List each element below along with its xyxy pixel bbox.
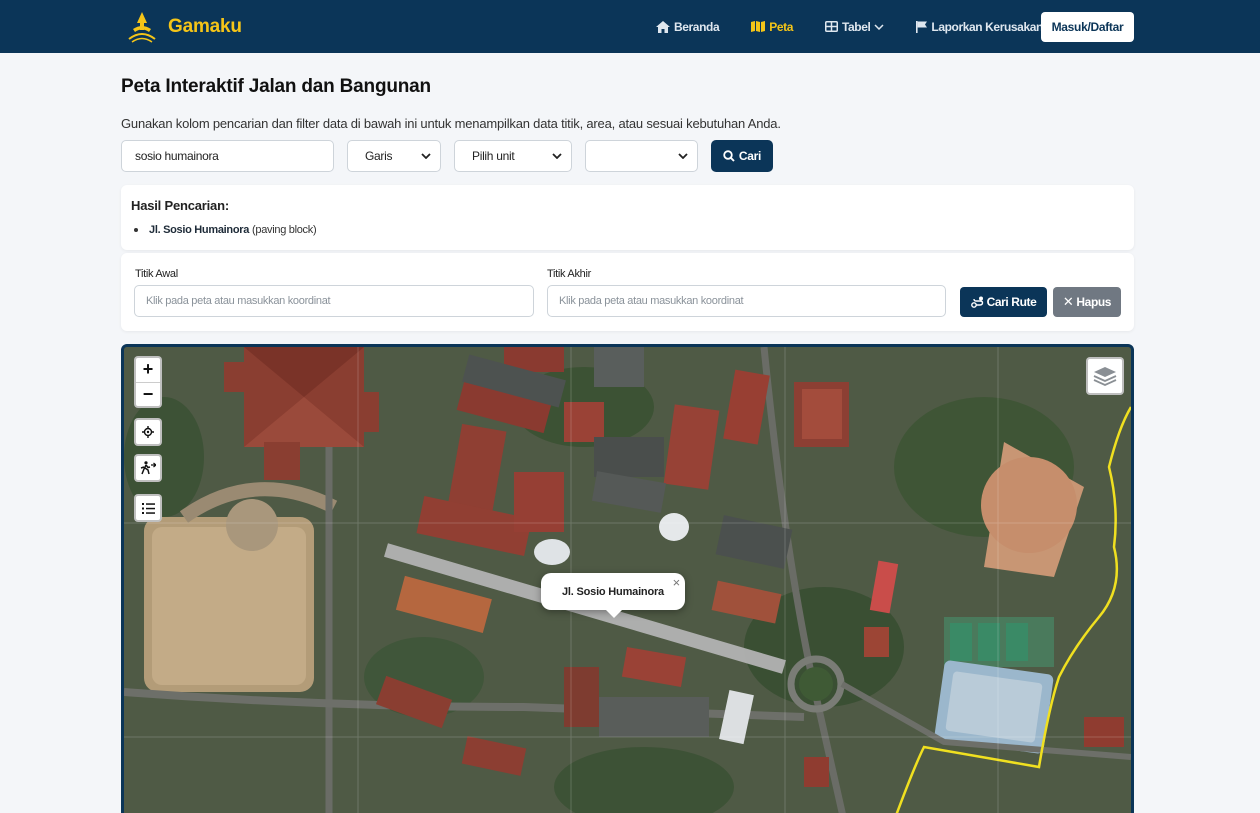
popup-label: Jl. Sosio Humainora bbox=[562, 585, 664, 598]
route-icon bbox=[970, 296, 983, 308]
page-title: Peta Interaktif Jalan dan Bangunan bbox=[121, 76, 431, 97]
search-results-card: Hasil Pencarian: Jl. Sosio Humainora (pa… bbox=[121, 185, 1134, 250]
nav-links: Beranda Peta Tabel Laporkan Kerusakan bbox=[656, 0, 1075, 53]
nav-table-dropdown[interactable]: Tabel bbox=[824, 19, 884, 34]
locate-button[interactable] bbox=[134, 418, 162, 446]
chevron-down-icon bbox=[874, 23, 884, 30]
results-title: Hasil Pencarian: bbox=[131, 198, 229, 213]
sub-select[interactable] bbox=[585, 140, 698, 172]
home-icon bbox=[656, 20, 670, 33]
route-card: Titik Awal Titik Akhir Cari Rute ✕ Hapus bbox=[121, 253, 1134, 331]
bullet bbox=[134, 228, 138, 232]
road-popup: Jl. Sosio Humainora × bbox=[541, 573, 685, 610]
brand-name: Gamaku bbox=[168, 16, 242, 37]
nav-report-label: Laporkan Kerusakan bbox=[931, 19, 1043, 34]
list-item: Jl. Sosio Humainora (paving block) bbox=[134, 224, 317, 236]
search-button-label: Cari bbox=[738, 149, 762, 163]
start-point-label: Titik Awal bbox=[135, 268, 178, 280]
result-detail: (paving block) bbox=[252, 224, 317, 236]
brand-logo-icon bbox=[128, 12, 156, 43]
nav-home-label: Beranda bbox=[674, 19, 720, 34]
flag-icon bbox=[916, 20, 928, 33]
end-point-input[interactable] bbox=[547, 285, 946, 317]
brand[interactable]: Gamaku bbox=[124, 8, 242, 46]
list-icon bbox=[141, 502, 155, 514]
zoom-control: + − bbox=[134, 356, 162, 408]
layers-button[interactable] bbox=[1086, 357, 1124, 395]
type-select-value: Garis bbox=[365, 149, 393, 163]
page-description: Gunakan kolom pencarian dan filter data … bbox=[121, 116, 781, 131]
type-select[interactable]: Garis bbox=[347, 140, 441, 172]
navbar: Gamaku Beranda Peta Tabel Laporkan Kerus… bbox=[0, 0, 1260, 53]
popup-tip bbox=[605, 609, 623, 618]
find-route-label: Cari Rute bbox=[986, 295, 1037, 309]
route-walk-button[interactable] bbox=[134, 454, 162, 482]
result-name-link[interactable]: Jl. Sosio Humainora bbox=[149, 224, 249, 236]
end-point-label: Titik Akhir bbox=[547, 268, 591, 280]
chevron-down-icon bbox=[421, 153, 431, 159]
clear-route-label: Hapus bbox=[1076, 295, 1112, 309]
nav-map-label: Peta bbox=[769, 19, 793, 34]
zoom-out-button[interactable]: − bbox=[136, 381, 160, 406]
layers-icon bbox=[1093, 367, 1117, 386]
chevron-down-icon bbox=[552, 153, 562, 159]
crosshair-icon bbox=[142, 426, 154, 438]
map-view[interactable]: + − Jl. Sosio Humainora × bbox=[121, 344, 1134, 813]
search-button[interactable]: Cari bbox=[711, 140, 773, 172]
nav-home[interactable]: Beranda bbox=[656, 19, 720, 34]
clear-route-button[interactable]: ✕ Hapus bbox=[1053, 287, 1121, 317]
map-icon bbox=[751, 21, 766, 32]
table-icon bbox=[824, 21, 838, 32]
login-button[interactable]: Masuk/Daftar bbox=[1041, 12, 1134, 42]
nav-report[interactable]: Laporkan Kerusakan bbox=[916, 20, 1043, 34]
nav-map[interactable]: Peta bbox=[751, 20, 793, 34]
close-icon[interactable]: × bbox=[673, 575, 681, 590]
nav-table-label: Tabel bbox=[841, 19, 871, 34]
person-walking-icon bbox=[140, 461, 156, 475]
close-icon: ✕ bbox=[1062, 294, 1074, 309]
unit-select-value: Pilih unit bbox=[472, 149, 515, 163]
legend-list-button[interactable] bbox=[134, 494, 162, 522]
unit-select[interactable]: Pilih unit bbox=[454, 140, 572, 172]
start-point-input[interactable] bbox=[134, 285, 534, 317]
chevron-down-icon bbox=[678, 153, 688, 159]
find-route-button[interactable]: Cari Rute bbox=[960, 287, 1047, 317]
search-icon bbox=[723, 150, 735, 162]
search-input[interactable] bbox=[121, 140, 334, 172]
zoom-in-button[interactable]: + bbox=[136, 358, 160, 382]
